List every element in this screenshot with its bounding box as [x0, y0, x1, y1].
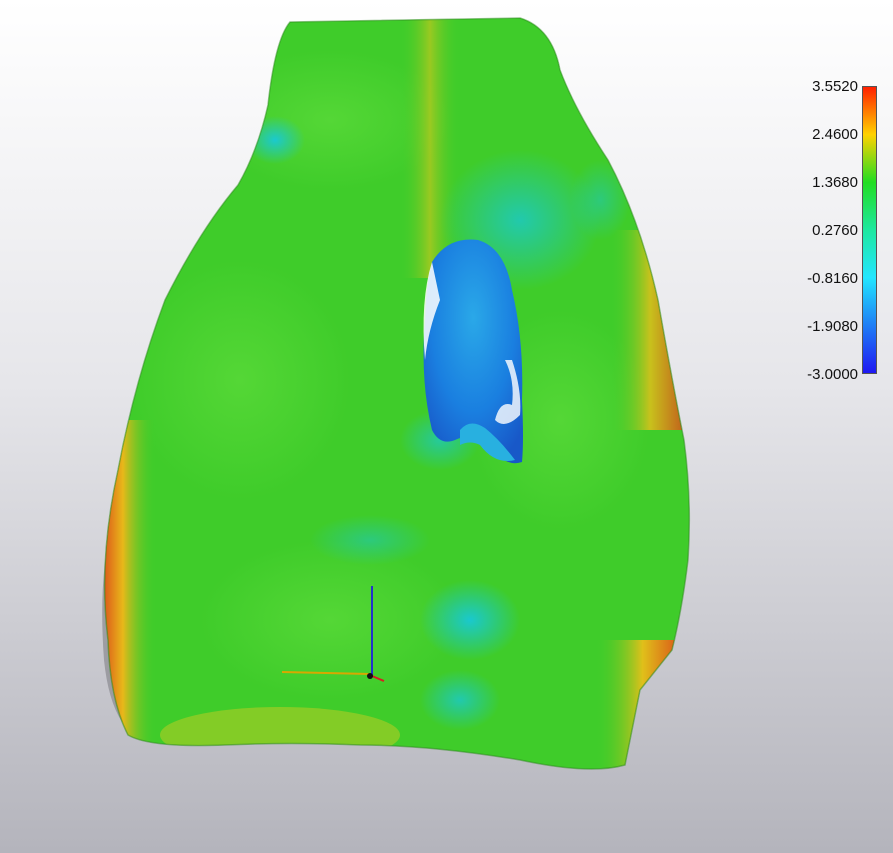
mesh-body — [104, 18, 690, 769]
3d-viewport[interactable]: 3.5520 2.4600 1.3680 0.2760 -0.8160 -1.9… — [0, 0, 893, 853]
axes-origin — [367, 673, 373, 679]
color-scale-bar — [862, 86, 877, 374]
scale-label-5: -0.8160 — [807, 270, 858, 287]
mesh-scene[interactable] — [0, 0, 893, 853]
scale-label-min: -3.0000 — [807, 366, 858, 383]
scale-label-max: 3.5520 — [812, 78, 858, 95]
scale-label-2: 2.4600 — [812, 126, 858, 143]
scale-label-6: -1.9080 — [807, 318, 858, 335]
scale-label-4: 0.2760 — [812, 222, 858, 239]
scale-label-3: 1.3680 — [812, 174, 858, 191]
